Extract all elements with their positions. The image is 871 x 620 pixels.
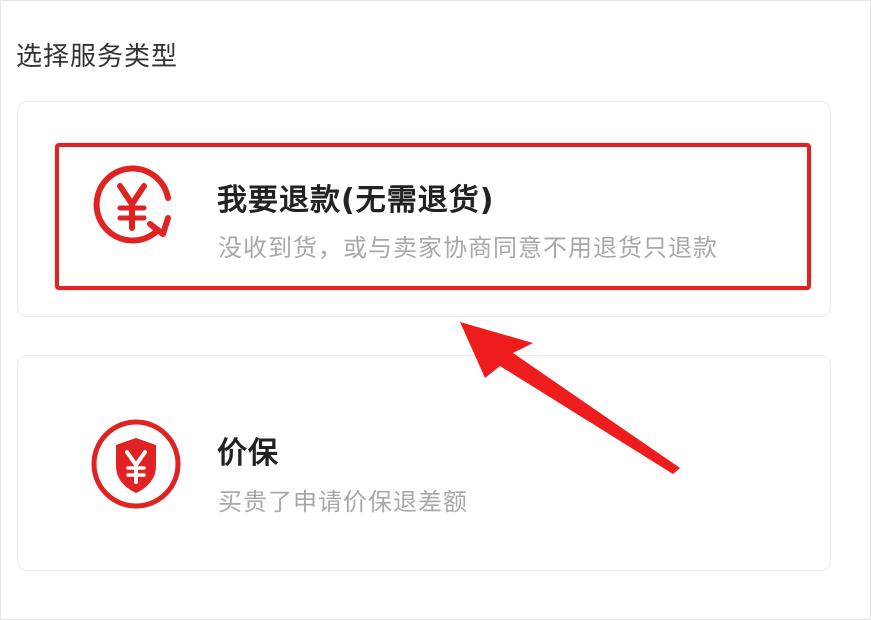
price-protection-description: 买贵了申请价保退差额	[218, 488, 468, 516]
price-protection-title: 价保	[217, 436, 279, 471]
yen-shield-icon	[90, 418, 182, 510]
highlight-rectangle	[55, 143, 811, 290]
page-title: 选择服务类型	[16, 42, 179, 72]
